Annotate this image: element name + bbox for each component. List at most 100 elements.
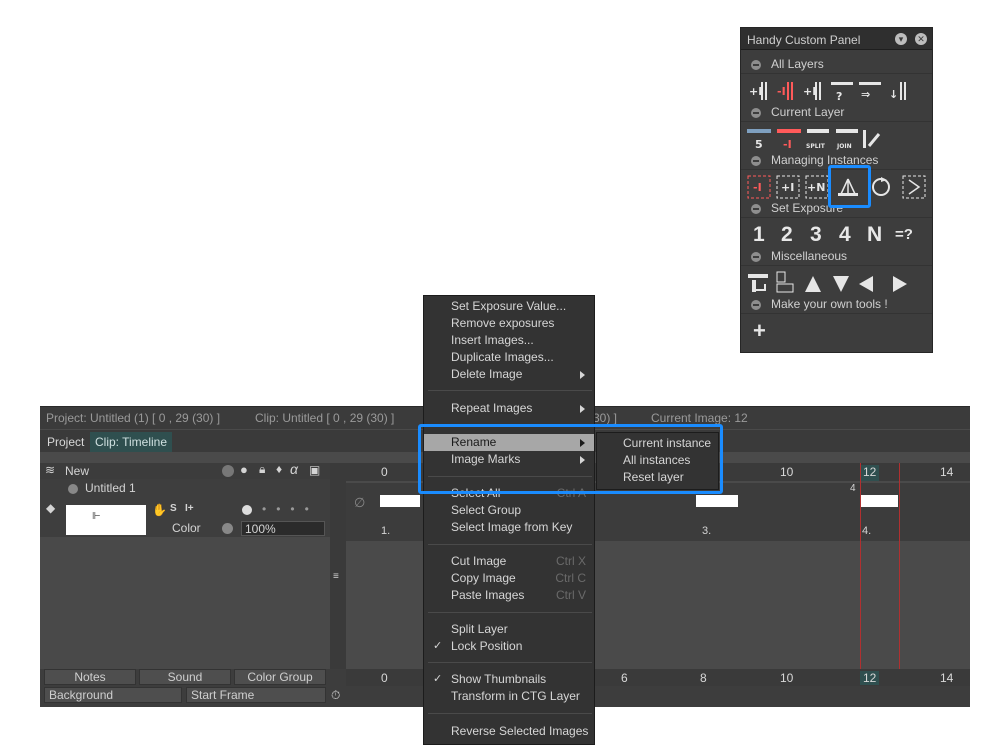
color-minus-icon[interactable] <box>222 523 233 534</box>
layer-thumbnail: ⊩ <box>66 505 146 535</box>
section-label: Miscellaneous <box>771 249 848 263</box>
sync-icon[interactable]: S <box>170 503 177 514</box>
layer-visible-dot[interactable] <box>242 505 252 515</box>
collapse-icon[interactable]: ▾ <box>895 33 907 45</box>
layer-row[interactable]: ◆ Untitled 1 ⊩ ✋ S I+ • • • • Color 100% <box>40 479 330 537</box>
hand-icon[interactable]: ✋ <box>152 503 167 517</box>
lock-icon[interactable]: 🔒︎ <box>259 462 265 477</box>
menu-item-repeat-images[interactable]: Repeat Images <box>424 400 594 417</box>
svg-text:⇒: ⇒ <box>861 88 870 101</box>
tab-clip-timeline[interactable]: Clip: Timeline <box>90 432 173 452</box>
layer-name[interactable]: Untitled 1 <box>85 481 136 495</box>
ruler-label: 0 <box>381 465 388 479</box>
svg-text:+I: +I <box>749 85 762 98</box>
ruler-label: 8 <box>700 671 707 685</box>
svg-text:-I: -I <box>777 85 786 98</box>
color-group-button[interactable]: Color Group <box>234 669 326 685</box>
context-menu: Set Exposure Value... Remove exposures I… <box>423 295 595 745</box>
scroll-grip-icon[interactable]: ≡ <box>333 571 339 582</box>
menu-item-reverse-selected[interactable]: Reverse Selected Images <box>424 723 594 740</box>
tab-project[interactable]: Project <box>42 432 89 452</box>
section-miscellaneous[interactable]: Miscellaneous <box>741 246 932 266</box>
menu-separator <box>428 662 592 663</box>
menu-item-duplicate-images[interactable]: Duplicate Images... <box>424 349 594 366</box>
collapse-dot-icon[interactable] <box>68 484 78 494</box>
insert-icon[interactable]: I+ <box>185 503 194 514</box>
menu-item-remove-exposures[interactable]: Remove exposures <box>424 315 594 332</box>
frame-icon[interactable]: ▣ <box>309 463 320 477</box>
exposure-3-button[interactable]: 3 <box>810 222 822 248</box>
collapse-dot-icon[interactable] <box>751 108 761 118</box>
current-frame-indicator <box>860 463 900 688</box>
menu-item-set-exposure[interactable]: Set Exposure Value... <box>424 298 594 315</box>
svg-text:-I: -I <box>753 181 762 194</box>
menu-item-select-image-from-key[interactable]: Select Image from Key <box>424 519 594 536</box>
ruler-label-current: 12 <box>860 671 880 685</box>
exposure-block[interactable] <box>696 495 738 507</box>
new-layer-label[interactable]: New <box>65 464 89 478</box>
empty-set-icon: ∅ <box>354 495 366 510</box>
exposure-n-button[interactable]: N <box>867 222 882 248</box>
collapse-dot-icon[interactable] <box>751 156 761 166</box>
sound-button[interactable]: Sound <box>139 669 231 685</box>
menu-item-lock-position[interactable]: ✓ Lock Position <box>424 638 594 655</box>
ruler-label: 0 <box>381 671 388 685</box>
vertical-scrollbar[interactable]: ≡ <box>330 463 346 669</box>
svg-text:SPLIT: SPLIT <box>806 143 826 150</box>
menu-item-paste-images[interactable]: Paste Images Ctrl V <box>424 587 594 604</box>
collapse-dot-icon[interactable] <box>751 60 761 70</box>
add-tool-button[interactable]: + <box>753 318 766 344</box>
menu-shortcut: Ctrl C <box>555 571 586 585</box>
menu-label: Delete Image <box>451 367 523 381</box>
collapse-dot-icon[interactable] <box>751 204 761 214</box>
exposure-4-button[interactable]: 4 <box>839 222 851 248</box>
section-current-layer[interactable]: Current Layer <box>741 102 932 122</box>
exposure-2-button[interactable]: 2 <box>781 222 793 248</box>
menu-toggle-icon[interactable] <box>222 465 234 477</box>
menu-separator <box>428 713 592 714</box>
menu-item-select-group[interactable]: Select Group <box>424 502 594 519</box>
clip-info: Clip: Untitled [ 0 , 29 (30) ] <box>255 411 395 425</box>
clip-info-tail: 30) ] <box>593 411 618 425</box>
menu-separator <box>428 544 592 545</box>
exposure-block[interactable] <box>380 495 420 507</box>
all-layers-icon-strip[interactable]: +I -I +I ? ⇒ ↓ <box>747 78 927 104</box>
mark-label: 4 <box>850 483 856 494</box>
visibility-eye-icon[interactable]: ● <box>240 462 248 477</box>
misc-icon-strip[interactable] <box>747 270 927 296</box>
menu-label: Copy Image <box>451 571 516 585</box>
menu-separator <box>428 390 592 391</box>
mark-label: 1. <box>381 525 391 537</box>
current-layer-icon-strip[interactable]: 5 -I SPLIT JOIN <box>747 126 897 152</box>
section-all-layers[interactable]: All Layers <box>741 54 932 74</box>
panel-title-bar: Handy Custom Panel ▾ ✕ <box>741 28 932 50</box>
stopwatch-icon[interactable]: ⏱ <box>331 688 340 703</box>
menu-item-cut-image[interactable]: Cut Image Ctrl X <box>424 553 594 570</box>
opacity-field[interactable]: 100% <box>241 521 325 536</box>
notes-button[interactable]: Notes <box>44 669 136 685</box>
ruler-label: 14 <box>940 465 954 479</box>
menu-item-transform-ctg[interactable]: Transform in CTG Layer <box>424 688 594 705</box>
light-bulb-icon[interactable]: ♦ <box>276 462 282 476</box>
menu-item-show-thumbnails[interactable]: ✓ Show Thumbnails <box>424 671 594 688</box>
exposure-query-button[interactable]: =? <box>895 222 913 248</box>
close-icon[interactable]: ✕ <box>915 33 927 45</box>
alpha-icon[interactable]: α <box>290 461 298 477</box>
start-frame-button[interactable]: Start Frame <box>186 687 326 703</box>
menu-item-insert-images[interactable]: Insert Images... <box>424 332 594 349</box>
section-label: Make your own tools ! <box>771 297 888 311</box>
menu-label: Select Group <box>451 503 522 517</box>
current-image-info: Current Image: 12 <box>651 411 748 425</box>
menu-item-delete-image[interactable]: Delete Image <box>424 366 594 383</box>
exposure-1-button[interactable]: 1 <box>753 222 765 248</box>
menu-item-split-layer[interactable]: Split Layer <box>424 621 594 638</box>
menu-label: Show Thumbnails <box>451 672 547 686</box>
panel-title: Handy Custom Panel <box>747 33 861 47</box>
collapse-dot-icon[interactable] <box>751 252 761 262</box>
menu-item-copy-image[interactable]: Copy Image Ctrl C <box>424 570 594 587</box>
collapse-dot-icon[interactable] <box>751 300 761 310</box>
section-make-your-own-tools[interactable]: Make your own tools ! <box>741 294 932 314</box>
svg-text:+I: +I <box>803 85 816 98</box>
project-info: Project: Untitled (1) [ 0 , 29 (30) ] <box>46 411 221 425</box>
background-button[interactable]: Background <box>44 687 182 703</box>
